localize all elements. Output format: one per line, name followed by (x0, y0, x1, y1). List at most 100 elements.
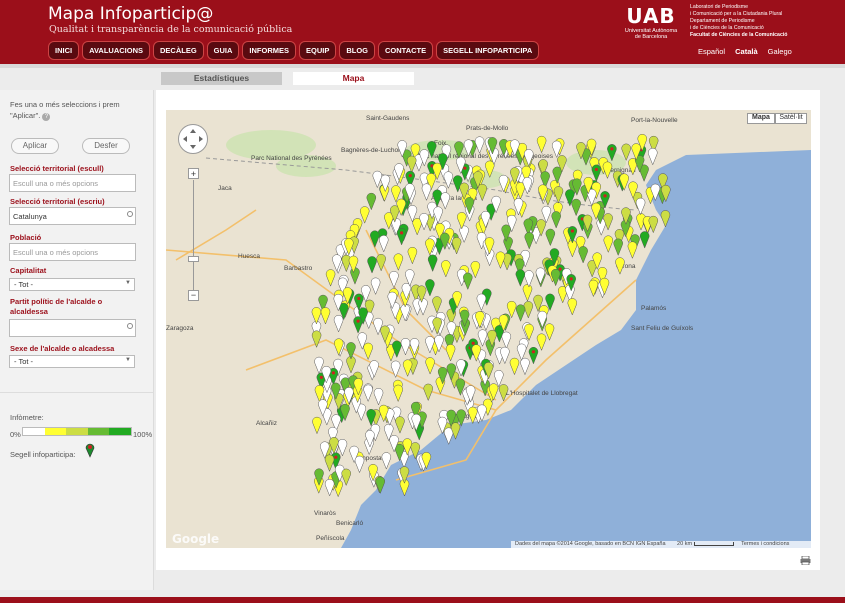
print-icon[interactable] (800, 556, 811, 565)
seal-marker-icon (85, 443, 95, 458)
territorial-choose-input[interactable]: Escull una o més opcions (9, 174, 136, 192)
seal-dot (334, 455, 338, 459)
place-label: Benicarló (336, 520, 363, 527)
nav-avaluacions[interactable]: AVALUACIONS (82, 41, 150, 60)
zoom-out-button[interactable]: − (188, 290, 199, 301)
seal-dot (356, 319, 360, 323)
place-label: Vinaròs (314, 510, 337, 517)
place-label: Palamós (641, 305, 667, 312)
party-label: Partit polític de l'alcalde o (10, 297, 103, 306)
territorial-write-label: Selecció territorial (escriu) (10, 197, 105, 206)
territorial-choose-label: Selecció territorial (escull) (10, 164, 104, 173)
seal-dot (610, 147, 614, 151)
map-canvas[interactable]: Saint-Gaudens Foix Prats-de-Mollo Port-la-N… (166, 110, 811, 548)
place-label: Parc National des Pyrénées (251, 155, 332, 162)
territorial-write-value: Catalunya (13, 212, 47, 221)
legend-min: 0% (10, 430, 21, 439)
place-label: Bagnères-de-Luchon (341, 147, 402, 154)
filter-sidebar: Fes una o més seleccions i prem "Aplicar… (0, 90, 154, 590)
zoom-slider-handle[interactable] (188, 256, 199, 262)
seal-dot (531, 350, 536, 354)
nav-guia[interactable]: GUIA (206, 41, 240, 60)
uab-logo-text: UAB (626, 4, 676, 28)
place-label: Sant Feliu de Guíxols (631, 325, 694, 332)
legend-swatch (23, 428, 45, 435)
uab-line2: de Barcelona (634, 34, 668, 40)
lab-text: Laboratori de Periodisme i Comunicació pe… (690, 4, 840, 39)
lang-ca[interactable]: Català (735, 47, 758, 56)
help-icon[interactable]: ? (42, 113, 51, 121)
infometre-legend-bar (22, 427, 132, 436)
scale-bar (693, 541, 734, 546)
site-subtitle: Qualitat i transparència de la comunicac… (49, 24, 293, 35)
seal-dot (603, 194, 607, 198)
nav-contacte[interactable]: CONTACTE (378, 41, 434, 60)
lab-line: Facultat de Ciències de la Comunicació (690, 32, 788, 38)
party-label-2: alcaldessa (10, 307, 48, 316)
nav-dec-leg[interactable]: DECÀLEG (152, 41, 204, 60)
nav-equip[interactable]: EQUIP (299, 41, 337, 60)
seal-dot (331, 371, 336, 375)
attribution-text: Dades del mapa ©2014 Google, basado en B… (515, 541, 666, 547)
lab-line: Departament de Periodisme (690, 18, 755, 24)
map-attribution: Dades del mapa ©2014 Google, basado en B… (511, 541, 811, 548)
map-type-satellite-button[interactable]: Satèl·lit (775, 113, 807, 124)
apply-button[interactable]: Aplicar (11, 138, 59, 154)
zoom-slider-track[interactable] (193, 180, 194, 290)
scale-label: 20 km (677, 541, 693, 547)
tab-map[interactable]: Mapa (293, 72, 414, 85)
nav-segell-infoparticipa[interactable]: SEGELL INFOPARTICIPA (436, 41, 540, 60)
place-label: Alcañiz (256, 420, 277, 427)
tab-statistics[interactable]: Estadístiques (161, 72, 282, 85)
map-svg[interactable]: Saint-GaudensFoixPrats-de-MolloPort-la-N… (166, 110, 811, 548)
place-label: Barbastro (284, 265, 313, 272)
place-label: Saint-Gaudens (366, 115, 410, 122)
chevron-down-icon: ▼ (125, 357, 131, 363)
nav-informes[interactable]: INFORMES (242, 41, 296, 60)
place-label: Jaca (218, 185, 232, 192)
municipality-marker[interactable] (450, 422, 461, 440)
place-label: Zaragoza (166, 325, 194, 332)
place-label: Peñíscola (316, 535, 345, 542)
uab-logo[interactable]: UAB Universitat Autònoma de Barcelona (618, 4, 684, 40)
site-title[interactable]: Mapa Infoparticip@ (48, 4, 213, 24)
pan-control-icon[interactable] (178, 124, 208, 154)
undo-button[interactable]: Desfer (82, 138, 130, 154)
scroll-knob-icon[interactable] (127, 323, 133, 329)
party-input[interactable] (9, 319, 136, 337)
main-nav: INICI AVALUACIONS DECÀLEG GUIA INFORMES EQUIP… (48, 41, 540, 60)
scroll-knob-icon[interactable] (127, 211, 133, 217)
chevron-down-icon: ▼ (125, 280, 131, 286)
lang-gl[interactable]: Galego (768, 47, 792, 56)
nav-blog[interactable]: BLOG (339, 41, 376, 60)
view-tabs: Estadístiques Mapa (161, 72, 414, 85)
place-label: Prats-de-Mollo (466, 125, 509, 132)
header-stripe (0, 64, 845, 68)
header: Mapa Infoparticip@ Qualitat i transparèn… (0, 0, 845, 64)
municipality-marker[interactable] (375, 476, 385, 495)
seal-dot (400, 231, 404, 235)
gender-select[interactable]: - Tot - ▼ (9, 355, 135, 368)
lang-es[interactable]: Español (698, 47, 725, 56)
nav-inici[interactable]: INICI (48, 41, 80, 60)
zoom-in-button[interactable]: + (188, 168, 199, 179)
territorial-write-input[interactable]: Catalunya (9, 207, 136, 225)
place-label: L'Hospitalet de Llobregat (506, 390, 578, 397)
legend-swatch (109, 428, 131, 435)
capital-label: Capitalitat (10, 266, 47, 275)
map-type-map-button[interactable]: Mapa (747, 113, 775, 124)
sidebar-divider (0, 392, 153, 393)
terms-link[interactable]: Termes i condicions (741, 541, 789, 547)
gender-value: - Tot - (14, 357, 34, 366)
seal-dot (471, 341, 475, 345)
gender-label: Sexe de l'alcalde o alcadessa (10, 344, 115, 353)
capital-value: - Tot - (14, 280, 34, 289)
place-label: Port-la-Nouvelle (631, 117, 678, 124)
legend-swatch (66, 428, 88, 435)
population-input[interactable]: Escull una o més opcions (9, 243, 136, 261)
google-logo[interactable]: Google (172, 532, 219, 546)
capital-select[interactable]: - Tot - ▼ (9, 278, 135, 291)
legend-max: 100% (133, 430, 153, 439)
population-label: Població (10, 233, 42, 242)
seal-dot (558, 267, 562, 271)
